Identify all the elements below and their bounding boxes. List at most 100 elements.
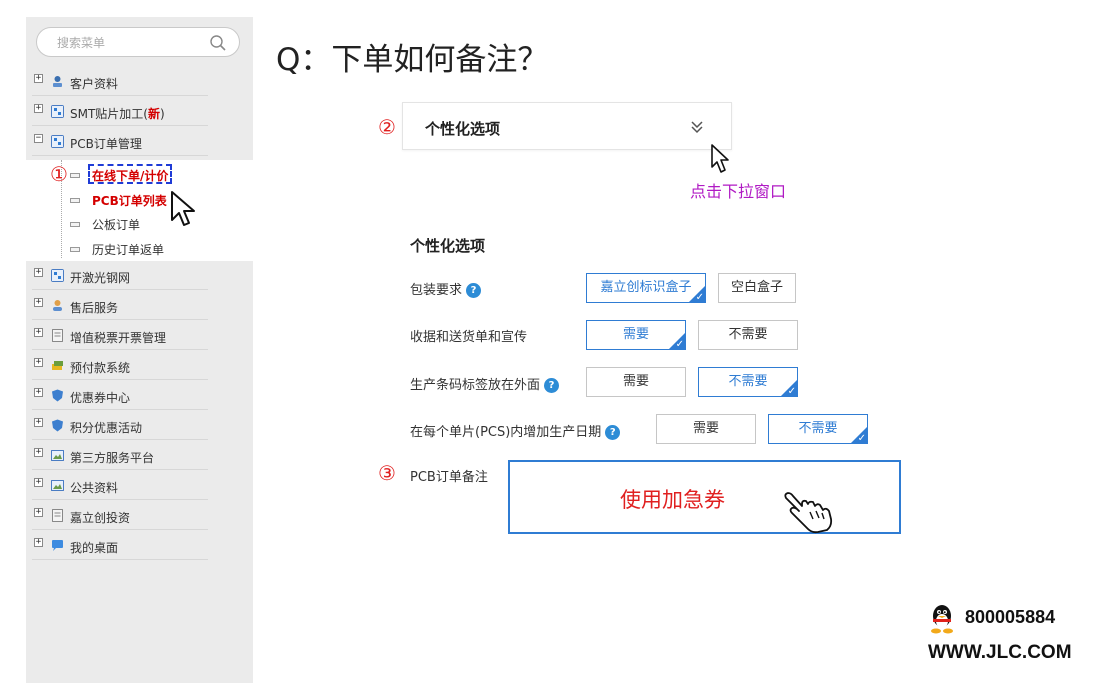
shield-icon — [52, 389, 63, 402]
option-label-packaging: 包装要求? — [410, 279, 482, 298]
expand-icon[interactable]: + — [34, 388, 43, 397]
chevron-down-icon[interactable] — [689, 119, 705, 135]
option-button-label: 需要 — [622, 327, 649, 342]
sidebar-item-label: 公共资料 — [70, 481, 119, 495]
sidebar-item-label: 增值税票开票管理 — [70, 331, 167, 345]
sidebar-item-label: 预付款系统 — [70, 361, 131, 375]
search-input[interactable] — [57, 34, 197, 51]
option-label-text: 包装要求 — [410, 283, 463, 298]
option-button-no-need[interactable]: 不需要 ✓ — [698, 367, 798, 397]
sidebar-item-label: 积分优惠活动 — [70, 421, 143, 435]
app-icon — [51, 269, 64, 282]
search-box[interactable] — [36, 27, 240, 57]
option-button-no-need[interactable]: 不需要 — [698, 320, 798, 350]
check-icon: ✓ — [695, 292, 704, 303]
sidebar-item-customer-info[interactable]: + 客户资料 — [32, 70, 208, 96]
click-hint-text: 点击下拉窗口 — [690, 182, 787, 201]
option-button-blank-box[interactable]: 空白盒子 — [718, 273, 796, 303]
sidebar-item-label: PCB订单管理 — [70, 137, 142, 151]
sidebar-item-pcb-orders[interactable]: − PCB订单管理 — [32, 130, 208, 156]
sidebar-item-label: 优惠券中心 — [70, 391, 131, 405]
option-button-need[interactable]: 需要 — [656, 414, 756, 444]
app-icon — [51, 135, 64, 148]
option-label-text: 收据和送货单和宣传 — [410, 330, 528, 345]
sidebar-item-smt[interactable]: + SMT贴片加工(新) — [32, 100, 208, 126]
image-icon — [51, 450, 64, 461]
sidebar-item-laser-stencil[interactable]: + 开激光钢网 — [32, 264, 208, 290]
search-icon[interactable] — [209, 34, 227, 52]
expand-icon[interactable]: + — [34, 268, 43, 277]
expand-icon[interactable]: + — [34, 328, 43, 337]
qq-penguin-icon — [931, 605, 953, 634]
option-button-need[interactable]: 需要 — [586, 367, 686, 397]
notes-value: 使用加急券 — [620, 488, 725, 512]
sidebar-item-label: 客户资料 — [70, 77, 119, 91]
page-title: Q：下单如何备注？ — [276, 42, 549, 78]
option-button-no-need[interactable]: 不需要 ✓ — [768, 414, 868, 444]
dropdown-label: 个性化选项 — [425, 120, 501, 138]
option-button-label: 空白盒子 — [730, 280, 783, 295]
help-icon[interactable]: ? — [544, 378, 560, 393]
submenu-item-label: 历史订单返单 — [92, 243, 165, 257]
step-marker-3: ③ — [378, 461, 396, 485]
sidebar-item-after-sales[interactable]: + 售后服务 — [32, 294, 208, 320]
check-icon: ✓ — [675, 339, 684, 350]
sidebar-item-label: 嘉立创投资 — [70, 511, 131, 525]
contact-phone: 800005884 — [965, 607, 1056, 627]
sidebar-item-public-info[interactable]: + 公共资料 — [32, 474, 208, 500]
image-icon — [51, 480, 64, 491]
expand-icon[interactable]: + — [34, 358, 43, 367]
expand-icon[interactable]: + — [34, 478, 43, 487]
submenu-item-label: 公板订单 — [92, 218, 141, 232]
sidebar-item-label: 售后服务 — [70, 301, 119, 315]
expand-icon[interactable]: + — [34, 418, 43, 427]
customer-icon — [53, 76, 62, 87]
options-section-title: 个性化选项 — [410, 237, 486, 255]
hand-pointer-icon — [784, 492, 833, 534]
option-label-text: 在每个单片(PCS)内增加生产日期 — [410, 425, 602, 440]
help-icon[interactable]: ? — [466, 283, 482, 298]
option-button-need[interactable]: 需要 ✓ — [586, 320, 686, 350]
document-icon — [52, 329, 63, 342]
help-icon[interactable]: ? — [605, 425, 621, 440]
personalization-dropdown[interactable]: 个性化选项 — [402, 102, 732, 150]
sidebar-item-coupon-center[interactable]: + 优惠券中心 — [32, 384, 208, 410]
option-button-label: 不需要 — [728, 327, 768, 342]
expand-icon[interactable]: + — [34, 538, 43, 547]
check-icon: ✓ — [787, 386, 796, 397]
check-icon: ✓ — [857, 433, 866, 444]
sidebar-item-third-party[interactable]: + 第三方服务平台 — [32, 444, 208, 470]
pcb-order-notes-field[interactable]: 使用加急券 — [508, 460, 901, 534]
expand-icon[interactable]: + — [34, 74, 43, 83]
collapse-icon[interactable]: − — [34, 134, 43, 143]
expand-icon[interactable]: + — [34, 298, 43, 307]
option-button-label: 需要 — [692, 421, 719, 436]
option-button-jlc-box[interactable]: 嘉立创标识盒子 ✓ — [586, 273, 706, 303]
sidebar-item-vat-invoice[interactable]: + 增值税票开票管理 — [32, 324, 208, 350]
sidebar-item-my-desktop[interactable]: + 我的桌面 — [32, 534, 208, 560]
sidebar-item-label: 开激光钢网 — [70, 271, 131, 285]
expand-icon[interactable]: + — [34, 448, 43, 457]
notes-label: PCB订单备注 — [410, 470, 488, 485]
step-marker-2: ② — [378, 115, 396, 139]
sidebar-item-label: 第三方服务平台 — [70, 451, 155, 465]
expand-icon[interactable]: + — [34, 104, 43, 113]
option-label-text: 生产条码标签放在外面 — [410, 378, 541, 393]
sidebar-item-label-suffix: ) — [160, 107, 165, 121]
user-icon — [53, 300, 62, 311]
bullet-icon — [70, 198, 80, 203]
bullet-icon — [70, 173, 80, 178]
bullet-icon — [70, 247, 80, 252]
mouse-pointer-icon — [711, 144, 729, 173]
new-badge: 新 — [147, 107, 160, 121]
website-url[interactable]: WWW.JLC.COM — [928, 642, 1072, 664]
sidebar-item-jlc-invest[interactable]: + 嘉立创投资 — [32, 504, 208, 530]
sidebar-item-points-promo[interactable]: + 积分优惠活动 — [32, 414, 208, 440]
coins-icon — [52, 361, 63, 370]
expand-icon[interactable]: + — [34, 508, 43, 517]
option-button-label: 不需要 — [798, 421, 838, 436]
document-icon — [52, 509, 63, 522]
mouse-pointer-icon — [171, 191, 195, 226]
submenu-item-label: 在线下单/计价 — [92, 169, 169, 183]
sidebar-item-prepayment[interactable]: + 预付款系统 — [32, 354, 208, 380]
